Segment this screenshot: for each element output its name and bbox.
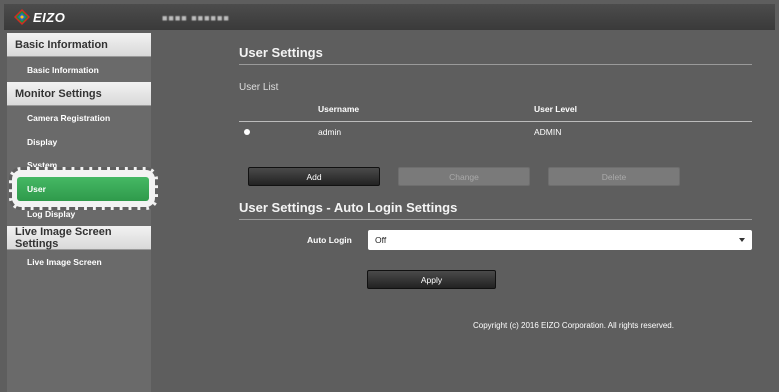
copyright-text: Copyright (c) 2016 EIZO Corporation. All… bbox=[473, 321, 674, 330]
column-user-level: User Level bbox=[534, 104, 577, 114]
column-username: Username bbox=[318, 104, 360, 114]
auto-login-label: Auto Login bbox=[307, 235, 352, 245]
delete-button[interactable]: Delete bbox=[548, 167, 680, 186]
apply-button[interactable]: Apply bbox=[367, 270, 496, 289]
eizo-logo-icon bbox=[14, 9, 30, 25]
sidebar-overlay: User Log Display Live Image Screen Setti… bbox=[7, 33, 151, 392]
change-button[interactable]: Change bbox=[398, 167, 530, 186]
table-cell-level: ADMIN bbox=[534, 127, 562, 137]
sidebar-section-live-image-screen-settings[interactable]: Live Image Screen Settings bbox=[7, 226, 151, 250]
main-content: User Settings User List Username User Le… bbox=[151, 33, 775, 392]
logo-text: EIZO bbox=[33, 9, 66, 25]
radio-icon[interactable] bbox=[244, 129, 250, 135]
chevron-down-icon bbox=[739, 238, 745, 242]
device-name: ■■■■ ■■■■■■ bbox=[162, 13, 230, 23]
app-frame: EIZO ■■■■ ■■■■■■ Basic Information Basic… bbox=[0, 0, 779, 392]
auto-login-title: User Settings - Auto Login Settings bbox=[239, 200, 752, 220]
auto-login-value: Off bbox=[375, 235, 387, 245]
auto-login-select[interactable]: Off bbox=[368, 230, 752, 250]
sidebar-item-user[interactable]: User bbox=[17, 177, 149, 201]
add-button[interactable]: Add bbox=[248, 167, 380, 186]
eizo-logo: EIZO bbox=[14, 8, 65, 26]
user-list-label: User List bbox=[239, 82, 279, 93]
table-cell-username: admin bbox=[318, 127, 342, 137]
user-settings-title: User Settings bbox=[239, 45, 752, 65]
sidebar-item-log-display[interactable]: Log Display bbox=[7, 203, 151, 225]
table-header-rule bbox=[239, 121, 752, 122]
sidebar-item-live-image-screen[interactable]: Live Image Screen bbox=[7, 251, 151, 273]
top-bar: EIZO ■■■■ ■■■■■■ bbox=[4, 4, 775, 30]
